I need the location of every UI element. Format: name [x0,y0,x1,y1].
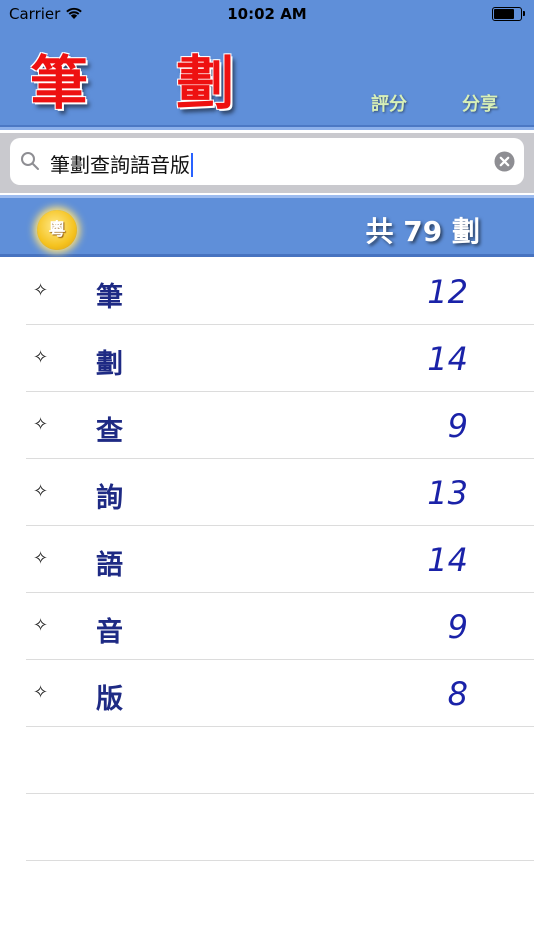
character-label: 語 [96,550,123,581]
sparkle-icon: ✧ [33,615,49,636]
stroke-count: 14 [427,541,468,579]
list-item[interactable]: ✧ 語 14 [26,526,534,593]
sparkle-icon: ✧ [33,347,49,368]
rate-button[interactable]: 評分 [371,90,407,116]
character-list: ✧ 筆 12 ✧ 劃 14 ✧ 查 9 ✧ 詢 13 ✧ 語 14 ✧ 音 9 … [0,258,534,861]
stroke-count: 9 [447,407,468,445]
search-bar: 筆劃查詢語音版 [0,133,534,193]
character-label: 音 [96,617,123,648]
clear-icon[interactable] [494,151,515,172]
search-field[interactable]: 筆劃查詢語音版 [10,138,524,185]
empty-list-row [26,727,534,794]
battery-icon [492,7,525,21]
character-label: 詢 [96,483,123,514]
total-strokes-label: 共 79 劃 [365,215,480,248]
list-item[interactable]: ✧ 音 9 [26,593,534,660]
share-button[interactable]: 分享 [462,90,498,116]
list-item[interactable]: ✧ 版 8 [26,660,534,727]
summary-bar: 粵 共 79 劃 [0,195,534,257]
sparkle-icon: ✧ [33,280,49,301]
list-item[interactable]: ✧ 劃 14 [26,325,534,392]
search-input[interactable]: 筆劃查詢語音版 [50,149,193,178]
stroke-count: 9 [447,608,468,646]
status-time: 10:02 AM [227,5,307,23]
status-bar: Carrier 10:02 AM [0,0,534,28]
list-item[interactable]: ✧ 詢 13 [26,459,534,526]
sparkle-icon: ✧ [33,682,49,703]
battery-fill [494,9,514,19]
app-title: 筆 劃 [30,49,269,117]
character-label: 查 [96,416,123,447]
cantonese-voice-button[interactable]: 粵 [37,210,77,250]
stroke-count: 12 [427,273,468,311]
sparkle-icon: ✧ [33,414,49,435]
empty-list-row [26,794,534,861]
stroke-count: 13 [427,474,468,512]
list-item[interactable]: ✧ 查 9 [26,392,534,459]
character-label: 版 [96,684,123,715]
stroke-count: 8 [447,675,468,713]
character-label: 筆 [96,282,123,313]
character-label: 劃 [96,349,123,380]
app-header: Carrier 10:02 AM 筆 劃 評分 分享 [0,0,534,130]
stroke-count: 14 [427,340,468,378]
sparkle-icon: ✧ [33,548,49,569]
text-caret [191,153,193,177]
search-icon [21,152,39,170]
sparkle-icon: ✧ [33,481,49,502]
list-item[interactable]: ✧ 筆 12 [26,258,534,325]
